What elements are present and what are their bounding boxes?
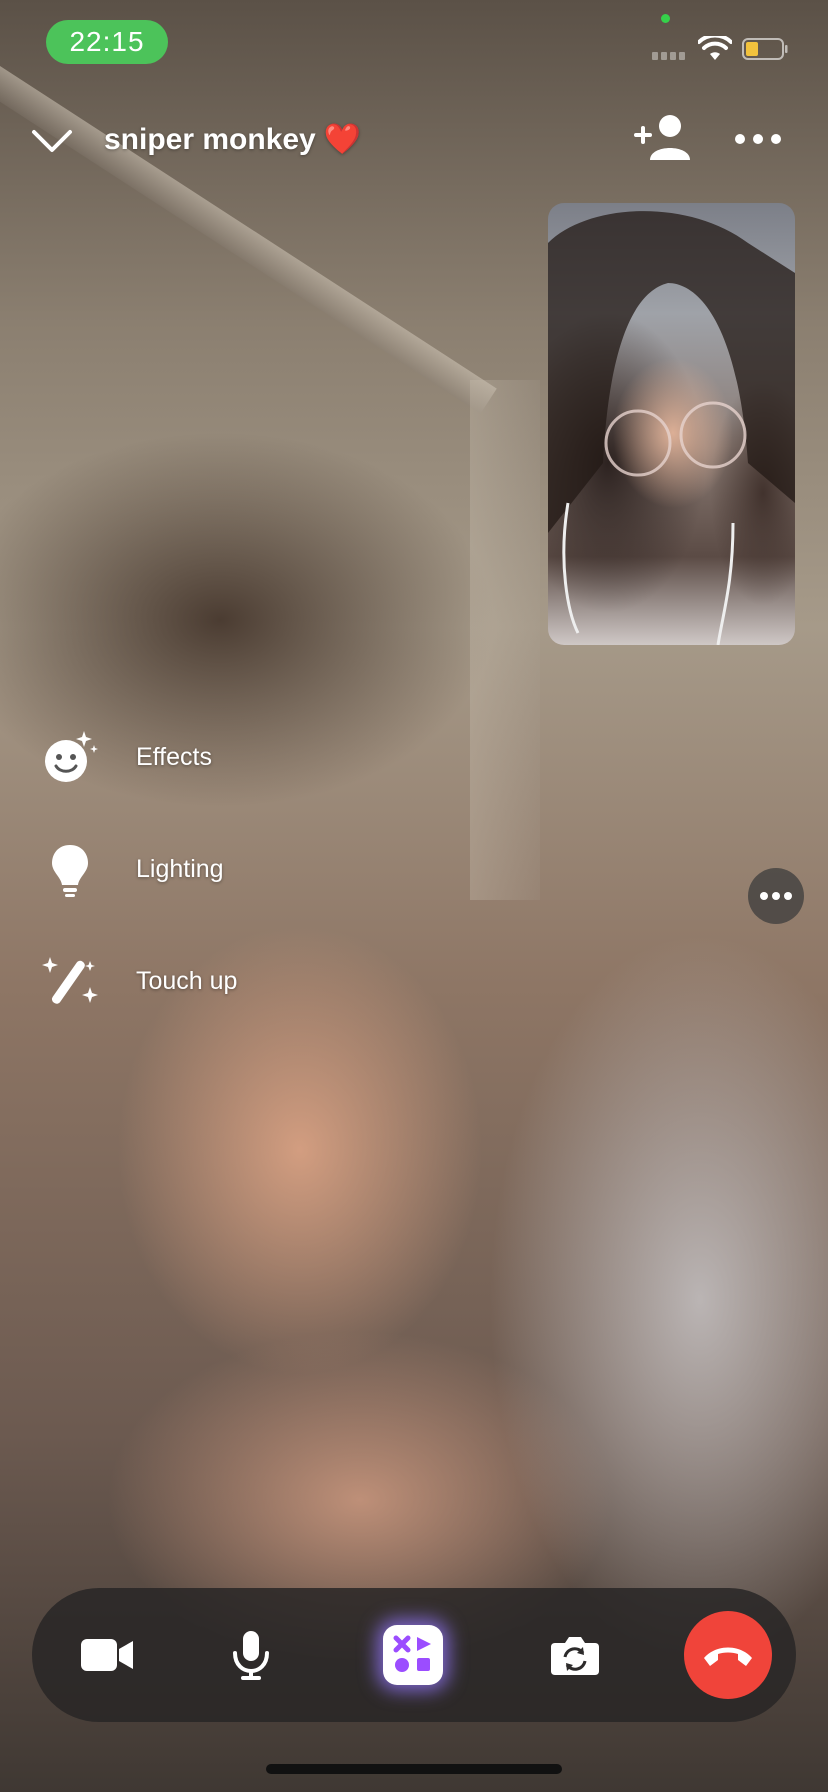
home-indicator[interactable] [266,1764,562,1774]
self-video-figure [548,211,795,645]
call-header: sniper monkey ❤️ [0,100,828,180]
activities-button[interactable] [368,1610,458,1700]
camera-in-use-dot [661,14,670,23]
more-options-button[interactable] [732,124,784,154]
effects-option[interactable]: Effects [40,725,300,789]
add-person-icon [634,115,690,160]
status-time: 22:15 [46,20,168,64]
more-icon [735,134,781,144]
heart-emoji: ❤️ [323,123,362,156]
contact-name-text: sniper monkey [104,123,316,156]
add-participant-button[interactable] [630,112,692,164]
video-options-button[interactable] [748,868,804,924]
toggle-video-button[interactable] [62,1610,152,1700]
touch-up-label: Touch up [136,966,238,995]
background-shelf [0,40,497,414]
minimize-call-button[interactable] [28,118,76,162]
touch-up-option[interactable]: Touch up [40,949,300,1013]
microphone-icon [233,1631,269,1680]
call-controls-bar [32,1588,796,1722]
magic-wand-icon [40,951,100,1011]
lighting-label: Lighting [136,854,224,883]
chevron-down-icon [32,130,72,152]
end-call-icon [704,1647,752,1666]
smiley-sparkle-icon [40,727,100,787]
end-call-button[interactable] [684,1611,772,1699]
self-video-preview[interactable] [548,203,795,645]
signal-icon [652,52,685,60]
battery-icon [742,38,788,60]
flip-camera-icon [551,1637,599,1675]
toggle-microphone-button[interactable] [206,1610,296,1700]
effects-label: Effects [136,742,212,771]
more-icon [760,892,792,900]
status-bar: 22:15 [0,0,828,90]
background-doorframe [470,380,540,900]
lighting-option[interactable]: Lighting [40,837,300,901]
lightbulb-icon [40,839,100,899]
contact-name: sniper monkey ❤️ [104,122,361,157]
flip-camera-button[interactable] [530,1610,620,1700]
video-camera-icon [81,1639,133,1671]
wifi-icon [698,36,732,60]
apps-icon [383,1625,443,1685]
